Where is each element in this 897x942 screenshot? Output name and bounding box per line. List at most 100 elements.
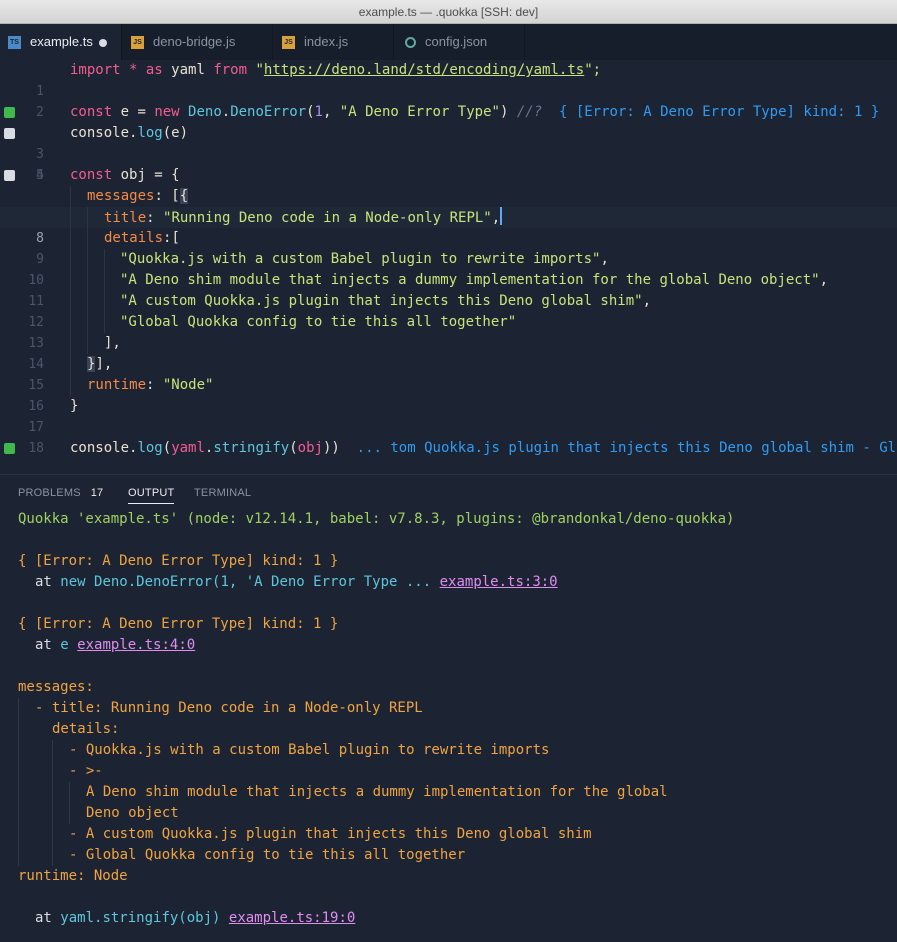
coverage-marker — [4, 107, 15, 118]
source-link[interactable]: example.ts:3:0 — [440, 574, 558, 590]
yaml-line: messages: — [18, 679, 94, 695]
code-line[interactable]: 17 } — [0, 396, 897, 435]
bracket: ], — [104, 335, 121, 351]
indent-guide — [87, 270, 88, 291]
string: "Node" — [162, 377, 214, 393]
indent-guide — [70, 228, 71, 249]
tab-problems[interactable]: PROBLEMS 17 — [18, 487, 103, 499]
stack-code: yaml.stringify(obj) — [60, 910, 221, 926]
code-line[interactable]: 13 "Global Quokka config to tie this all… — [0, 312, 897, 351]
code-line[interactable]: 3 const e = new Deno.DenoError(1, "A Den… — [0, 102, 897, 162]
tab-output-label: OUTPUT — [128, 487, 175, 499]
bracket: ], — [95, 356, 113, 372]
brace: } — [70, 398, 79, 414]
js-file-icon: JS — [282, 36, 295, 49]
code-line[interactable]: 18 — [0, 417, 897, 456]
yaml-line: - Quokka.js with a custom Babel plugin t… — [69, 742, 550, 758]
identifier: obj — [297, 440, 323, 456]
class-name: DenoError — [230, 104, 307, 120]
code-line[interactable]: 6 const obj = { — [0, 165, 897, 225]
quokka-header: Quokka 'example.ts' (node: v12.14.1, bab… — [18, 511, 735, 527]
tab-config-json[interactable]: config.json — [395, 24, 525, 60]
at-label: at — [35, 574, 61, 590]
operator: * — [120, 62, 146, 78]
stack-frame: at yaml.stringify(obj) example.ts:19:0 — [35, 908, 355, 929]
indent-guide — [87, 249, 88, 270]
at-label: at — [35, 637, 61, 653]
yaml-line: - >- — [69, 763, 103, 779]
yaml-line: - A custom Quokka.js plugin that injects… — [69, 826, 592, 842]
tab-deno-bridge-js[interactable]: JS deno-bridge.js — [123, 24, 273, 60]
code-line[interactable]: 16 runtime: "Node" — [0, 375, 897, 414]
code-line[interactable]: 12 "A custom Quokka.js plugin that injec… — [0, 291, 897, 330]
comma: , — [600, 251, 609, 267]
unsaved-dot-icon[interactable] — [99, 39, 107, 47]
indent-guide — [70, 312, 71, 333]
code-line[interactable]: 2 — [0, 81, 897, 120]
editor-tab-bar: TS example.ts JS deno-bridge.js JS index… — [0, 24, 897, 60]
function-name: log — [137, 125, 163, 141]
tab-problems-label: PROBLEMS — [18, 487, 81, 499]
code-line[interactable]: 4 console.log(e) — [0, 123, 897, 183]
operator: . — [221, 104, 231, 120]
keyword: const — [70, 167, 113, 183]
tab-output[interactable]: OUTPUT — [128, 487, 175, 504]
bracket: [ — [171, 188, 180, 204]
comma: , — [491, 210, 501, 226]
code-line[interactable]: 7 messages: [{ — [0, 186, 897, 225]
source-link[interactable]: example.ts:4:0 — [77, 637, 195, 653]
indent-guide — [70, 291, 71, 312]
stack-code: new Deno.DenoError(1, 'A Deno Error Type… — [60, 574, 432, 590]
keyword: import — [70, 62, 121, 78]
string: "A Deno shim module that injects a dummy… — [120, 272, 820, 288]
tab-terminal[interactable]: TERMINAL — [194, 487, 251, 499]
coverage-marker — [4, 170, 15, 181]
paren: )) — [322, 440, 340, 456]
coverage-marker — [4, 128, 15, 139]
indent-guide — [70, 354, 71, 375]
tab-index-js[interactable]: JS index.js — [274, 24, 394, 60]
indent-guide — [104, 291, 105, 312]
comma: , — [322, 104, 340, 120]
keyword: as — [145, 62, 163, 78]
problems-count-badge: 17 — [90, 487, 104, 499]
indent-guide — [70, 333, 71, 354]
string: "Running Deno code in a Node-only REPL" — [163, 210, 492, 226]
quote: " — [255, 62, 264, 78]
code-line[interactable]: 15 }], — [0, 354, 897, 393]
code-line[interactable]: 9 details:[ — [0, 228, 897, 267]
function-name: log — [137, 440, 163, 456]
colon: : — [154, 188, 172, 204]
tab-label: index.js — [304, 34, 349, 49]
code-line[interactable]: 5 — [0, 144, 897, 183]
comma: , — [819, 272, 829, 288]
yaml-line: runtime: Node — [18, 868, 128, 884]
code-line[interactable]: 1 import * as yaml from "https://deno.la… — [0, 60, 897, 99]
source-link[interactable]: example.ts:19:0 — [229, 910, 355, 926]
code-line-current[interactable]: 8 title: "Running Deno code in a Node-on… — [0, 207, 897, 246]
indent-guide — [104, 249, 105, 270]
property: messages — [87, 188, 155, 204]
code-line[interactable]: 11 "A Deno shim module that injects a du… — [0, 270, 897, 309]
tab-example-ts[interactable]: TS example.ts — [0, 24, 122, 60]
quokka-inline-result[interactable]: { [Error: A Deno Error Type] kind: 1 } — [542, 104, 879, 120]
string: "A custom Quokka.js plugin that injects … — [120, 293, 643, 309]
yaml-line: - Global Quokka config to tie this all t… — [69, 847, 466, 863]
at-label: at — [35, 910, 61, 926]
yaml-line: Deno object — [86, 805, 179, 821]
output-value: { [Error: A Deno Error Type] kind: 1 } — [18, 553, 339, 569]
tab-label: deno-bridge.js — [153, 34, 236, 49]
code-line[interactable]: 10 "Quokka.js with a custom Babel plugin… — [0, 249, 897, 288]
identifier: yaml — [162, 62, 214, 78]
stack-code: e — [60, 637, 69, 653]
code-editor[interactable]: 1 import * as yaml from "https://deno.la… — [0, 60, 897, 498]
tab-terminal-label: TERMINAL — [194, 487, 252, 499]
code-line[interactable]: 14 ], — [0, 333, 897, 372]
import-url-link[interactable]: https://deno.land/std/encoding/yaml.ts — [264, 62, 584, 78]
js-file-icon: JS — [131, 36, 144, 49]
code-line[interactable]: 19 console.log(yaml.stringify(obj)) ... … — [0, 438, 897, 498]
quokka-inline-result[interactable]: ... tom Quokka.js plugin that injects th… — [340, 440, 896, 456]
json-file-icon — [405, 37, 416, 48]
indent-guide — [104, 270, 105, 291]
indent-guide — [69, 782, 70, 824]
